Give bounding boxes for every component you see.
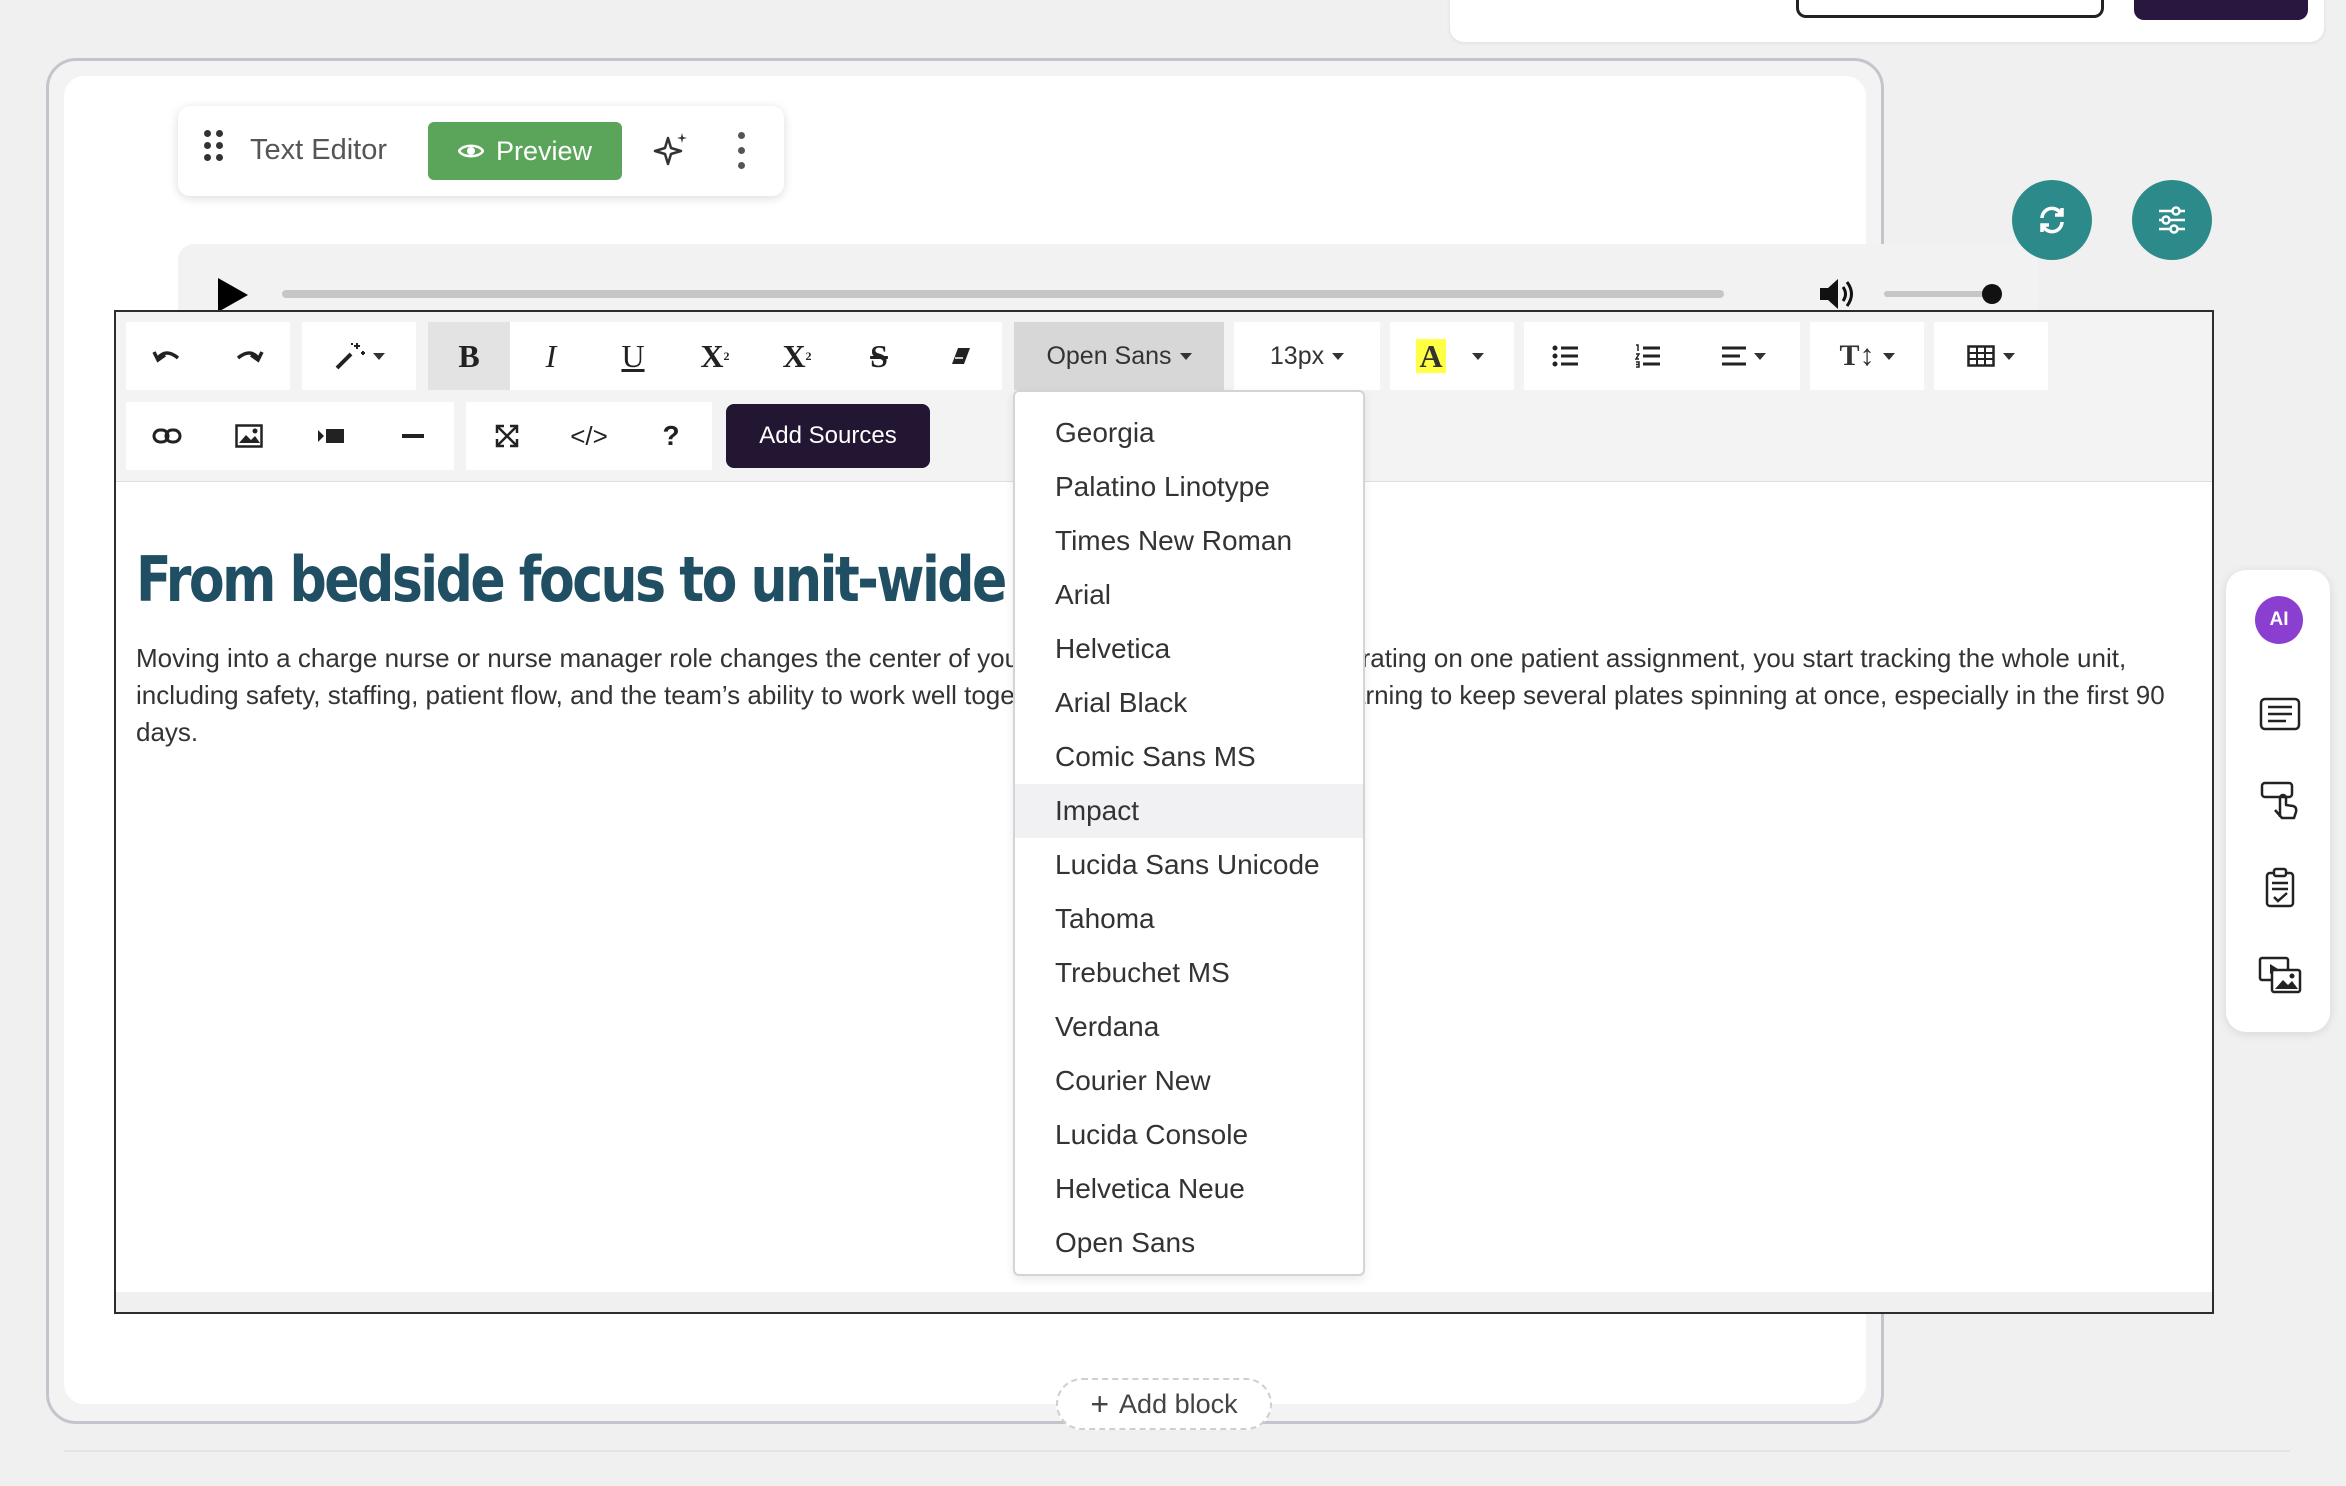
font-family-menu: Georgia Palatino Linotype Times New Roman A…	[1013, 390, 1365, 1276]
text-block-icon[interactable]	[2258, 692, 2302, 736]
link-icon[interactable]	[126, 402, 208, 470]
numbered-list-icon[interactable]	[1606, 322, 1688, 390]
fullscreen-icon[interactable]	[466, 402, 548, 470]
font-option[interactable]: Arial	[1015, 568, 1363, 622]
font-option[interactable]: Trebuchet MS	[1015, 946, 1363, 1000]
bullet-list-icon[interactable]	[1524, 322, 1606, 390]
text-style-group: B I U X2 X2 S	[428, 322, 1002, 390]
font-size-value: 13px	[1269, 341, 1325, 370]
volume-slider[interactable]	[1884, 291, 1994, 297]
add-sources-button[interactable]: Add Sources	[726, 404, 930, 468]
bold-icon[interactable]: B	[428, 322, 510, 390]
code-view-icon[interactable]: </>	[548, 402, 630, 470]
eye-icon	[457, 144, 484, 158]
volume-slider-knob[interactable]	[1982, 284, 2002, 304]
more-options-icon[interactable]	[736, 132, 746, 172]
align-left-icon	[1722, 346, 1746, 366]
strikethrough-icon[interactable]: S	[838, 322, 920, 390]
superscript-icon[interactable]: X2	[674, 322, 756, 390]
redo-icon[interactable]	[208, 322, 290, 390]
italic-icon[interactable]: I	[510, 322, 592, 390]
block-title: Text Editor	[250, 134, 387, 166]
magic-wand-icon	[335, 343, 365, 370]
font-option[interactable]: Impact	[1015, 784, 1363, 838]
top-primary-button[interactable]	[2134, 0, 2308, 20]
font-option[interactable]: Verdana	[1015, 1000, 1363, 1054]
sparkle-icon[interactable]	[650, 130, 692, 172]
align-dropdown[interactable]	[1688, 322, 1800, 390]
font-option[interactable]: Open Sans	[1015, 1216, 1363, 1270]
help-icon[interactable]: ?	[630, 402, 712, 470]
add-block-label: Add block	[1119, 1388, 1238, 1419]
volume-icon[interactable]	[1818, 276, 1858, 312]
history-group	[126, 322, 290, 390]
plus-icon: +	[1090, 1386, 1110, 1422]
font-family-value: Open Sans	[1046, 341, 1172, 370]
subscript-icon[interactable]: X2	[756, 322, 838, 390]
font-family-dropdown[interactable]: Open Sans	[1014, 322, 1224, 390]
top-right-toolbar	[1450, 0, 2324, 42]
text-height-icon: T↕	[1839, 339, 1875, 372]
sliders-icon	[2159, 206, 2185, 234]
clipboard-check-icon[interactable]	[2258, 866, 2302, 910]
drag-handle-icon[interactable]	[204, 130, 226, 166]
magic-format-dropdown[interactable]	[302, 322, 416, 390]
image-icon[interactable]	[208, 402, 290, 470]
media-gallery-icon[interactable]	[2258, 952, 2302, 996]
font-option[interactable]: Helvetica	[1015, 622, 1363, 676]
clear-format-icon[interactable]	[920, 322, 1002, 390]
add-block-button[interactable]: + Add block	[1056, 1378, 1272, 1430]
list-align-group	[1524, 322, 1800, 390]
font-option[interactable]: Courier New	[1015, 1054, 1363, 1108]
interactive-click-icon[interactable]	[2258, 778, 2302, 822]
font-size-dropdown[interactable]: 13px	[1234, 322, 1380, 390]
table-icon	[1967, 345, 1995, 367]
divider	[64, 1450, 2290, 1452]
side-tools-panel: AI	[2226, 570, 2330, 1032]
table-dropdown[interactable]	[1934, 322, 2048, 390]
editor-status-bar	[116, 1292, 2212, 1312]
font-option[interactable]: Lucida Sans Unicode	[1015, 838, 1363, 892]
insert-group	[126, 402, 454, 470]
font-option[interactable]: Lucida Console	[1015, 1108, 1363, 1162]
font-option[interactable]: Palatino Linotype	[1015, 460, 1363, 514]
text-color-dropdown[interactable]: A	[1390, 322, 1514, 390]
view-group: </> ?	[466, 402, 712, 470]
chevron-down-icon[interactable]	[1472, 352, 1484, 360]
font-option[interactable]: Tahoma	[1015, 892, 1363, 946]
font-option[interactable]: Times New Roman	[1015, 514, 1363, 568]
audio-progress-track[interactable]	[282, 290, 1724, 298]
highlight-color-icon[interactable]: A	[1390, 339, 1472, 373]
font-option[interactable]: Georgia	[1015, 406, 1363, 460]
font-option[interactable]: Arial Black	[1015, 676, 1363, 730]
play-icon[interactable]	[218, 278, 248, 312]
preview-label: Preview	[495, 135, 593, 166]
font-option[interactable]: Comic Sans MS	[1015, 730, 1363, 784]
font-option[interactable]: Helvetica Neue	[1015, 1162, 1363, 1216]
content-heading: From bedside focus to unit-wide fo	[136, 543, 1060, 616]
undo-icon[interactable]	[126, 322, 208, 390]
top-search-input[interactable]	[1796, 0, 2104, 18]
preview-button[interactable]: Preview	[428, 122, 622, 180]
underline-icon[interactable]: U	[592, 322, 674, 390]
refresh-button[interactable]	[2012, 180, 2092, 260]
settings-button[interactable]	[2132, 180, 2212, 260]
horizontal-rule-icon[interactable]	[372, 402, 454, 470]
text-size-dropdown[interactable]: T↕	[1810, 322, 1924, 390]
refresh-icon	[2040, 206, 2064, 234]
ai-assistant-button[interactable]: AI	[2255, 596, 2303, 644]
video-icon[interactable]	[290, 402, 372, 470]
block-toolbar: Text Editor Preview	[178, 106, 784, 196]
